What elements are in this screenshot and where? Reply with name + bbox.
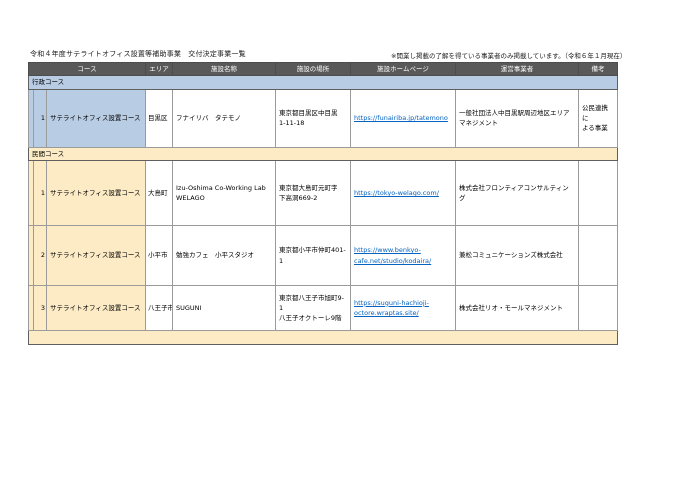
facility-location-cell: 東京都目黒区中目黒 1-11-18 [275,88,351,148]
header-note: ※開業し掲載の了解を得ている事業者のみ掲載しています。（令和６年１月現在） [391,52,627,60]
projects-table: コース エリア 施設名称 施設の場所 施設ホームページ 運営事業者 備考 行政コ… [28,61,618,346]
area-cell: 大島町 [145,160,173,227]
facility-url-link[interactable]: https://funairiba.jp/tatemono [354,114,448,122]
remarks-cell [578,285,618,332]
remarks-cell [578,225,618,287]
row-number-cell: 1 [33,160,47,227]
facility-url-cell: https://www.benkyo- cafe.net/studio/koda… [350,225,456,287]
section-band-label: 行政コース [28,75,618,90]
table-row: 2 サテライトオフィス設置コース 小平市 勉強カフェ 小平スタジオ 東京都小平市仲町40… [28,225,618,287]
facility-location-cell: 東京都八王子市旭町9-1 八王子オクトーレ9階 [275,285,351,332]
area-cell: 八王子市 [145,285,173,332]
facility-name-cell: 勉強カフェ 小平スタジオ [172,225,276,287]
facility-name-cell: フナイリバ タテモノ [172,88,276,148]
facility-name-cell: SUGUNI [172,285,276,332]
facility-url-cell: https://tokyo-welago.com/ [350,160,456,227]
operator-cell: 兼松コミュニケーションズ株式会社 [455,225,579,287]
column-header-operator: 運営事業者 [455,61,579,77]
column-header-area: エリア [145,61,173,77]
course-cell: サテライトオフィス設置コース [46,88,146,148]
operator-cell: 一般社団法人中目黒駅周辺地区エリア マネジメント [455,88,579,148]
row-number-cell: 1 [33,88,47,148]
facility-url-cell: https://funairiba.jp/tatemono [350,88,456,148]
facility-url-link[interactable]: https://tokyo-welago.com/ [354,189,439,197]
course-cell: サテライトオフィス設置コース [46,285,146,332]
column-header-remarks: 備考 [578,61,618,77]
course-cell: サテライトオフィス設置コース [46,160,146,227]
facility-url-link[interactable]: https://www.benkyo- cafe.net/studio/koda… [354,246,431,264]
facility-url-cell: https://suguni-hachioji- octore.wraptas.… [350,285,456,332]
section-band-row: 行政コース [28,75,618,90]
column-header-course: コース [28,61,146,77]
area-cell: 小平市 [145,225,173,287]
table-row: 3 サテライトオフィス設置コース 八王子市 SUGUNI 東京都八王子市旭町9-1 八王… [28,285,618,332]
document-title: 令和４年度サテライトオフィス設置等補助事業 交付決定事業一覧 [30,50,246,58]
row-number-cell: 3 [33,285,47,332]
facility-name-cell: Izu-Oshima Co-Working Lab WELAGO [172,160,276,227]
operator-cell: 株式会社フロンティアコンサルティング [455,160,579,227]
section-band-label: 民間コース [28,146,618,162]
operator-cell: 株式会社リオ・モールマネジメント [455,285,579,332]
course-cell: サテライトオフィス設置コース [46,225,146,287]
column-header-facility-name: 施設名称 [172,61,276,77]
table-row: 1 サテライトオフィス設置コース 目黒区 フナイリバ タテモノ 東京都目黒区中目黒 1-… [28,88,618,148]
area-cell: 目黒区 [145,88,173,148]
column-header-row: コース エリア 施設名称 施設の場所 施設ホームページ 運営事業者 備考 [28,61,618,77]
section-trailing-strip-row [28,330,618,346]
facility-url-link[interactable]: https://suguni-hachioji- octore.wraptas.… [354,299,429,317]
column-header-homepage: 施設ホームページ [350,61,456,77]
document-page: 令和４年度サテライトオフィス設置等補助事業 交付決定事業一覧 ※開業し掲載の了解… [0,0,700,495]
facility-location-cell: 東京都小平市仲町401-1 [275,225,351,287]
section-band-row: 民間コース [28,146,618,162]
column-header-location: 施設の場所 [275,61,351,77]
remarks-cell: 公民連携に よる事業 [578,88,618,148]
table-row: 1 サテライトオフィス設置コース 大島町 Izu-Oshima Co-Working … [28,160,618,227]
facility-location-cell: 東京都大島町元町字 下高洞669-2 [275,160,351,227]
section-trailing-strip [28,330,618,346]
row-number-cell: 2 [33,225,47,287]
remarks-cell [578,160,618,227]
